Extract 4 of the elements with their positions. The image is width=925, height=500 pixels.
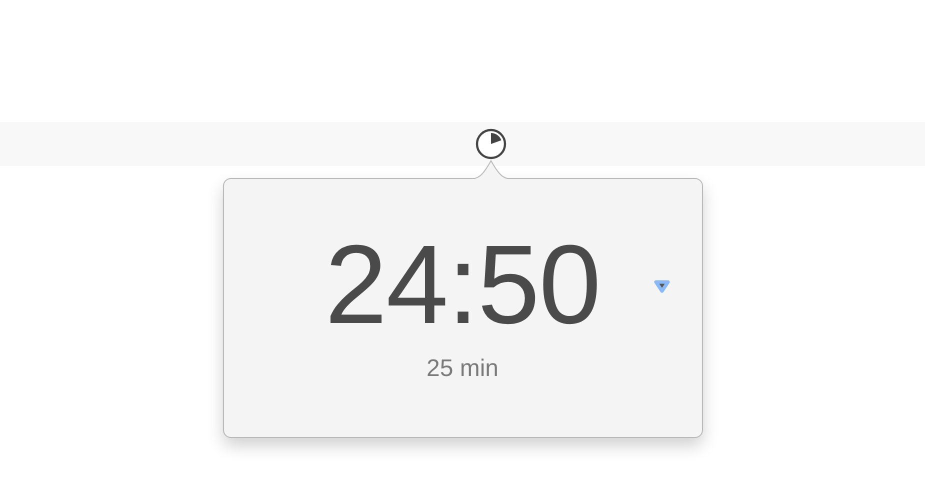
timer-display: 24:50 xyxy=(324,229,600,341)
timer-icon[interactable] xyxy=(475,128,507,160)
caret-icon xyxy=(652,278,671,294)
duration-label: 25 min xyxy=(426,355,499,383)
